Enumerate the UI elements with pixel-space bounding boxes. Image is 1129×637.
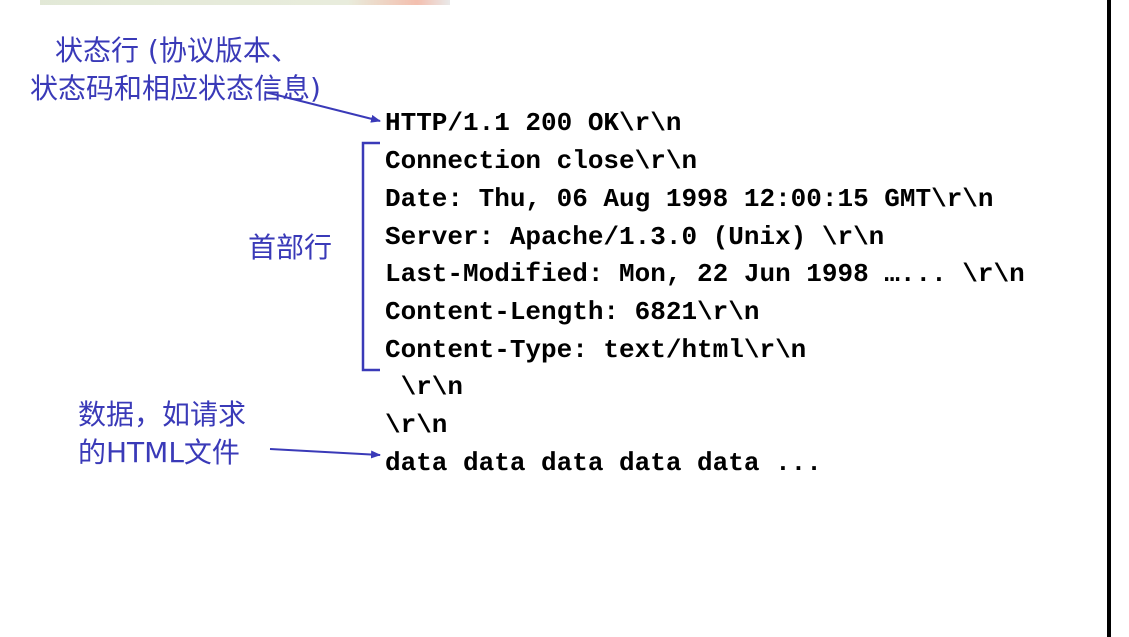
http-response-diagram: 状态行 (协议版本、 状态码和相应状态信息) 首部行 数据，如请求 的HTML文… [0,0,1129,637]
annotation-graphics [264,91,381,459]
data-arrow [269,448,381,459]
status-line-arrow [264,91,381,123]
header-lines-bracket [361,141,380,372]
